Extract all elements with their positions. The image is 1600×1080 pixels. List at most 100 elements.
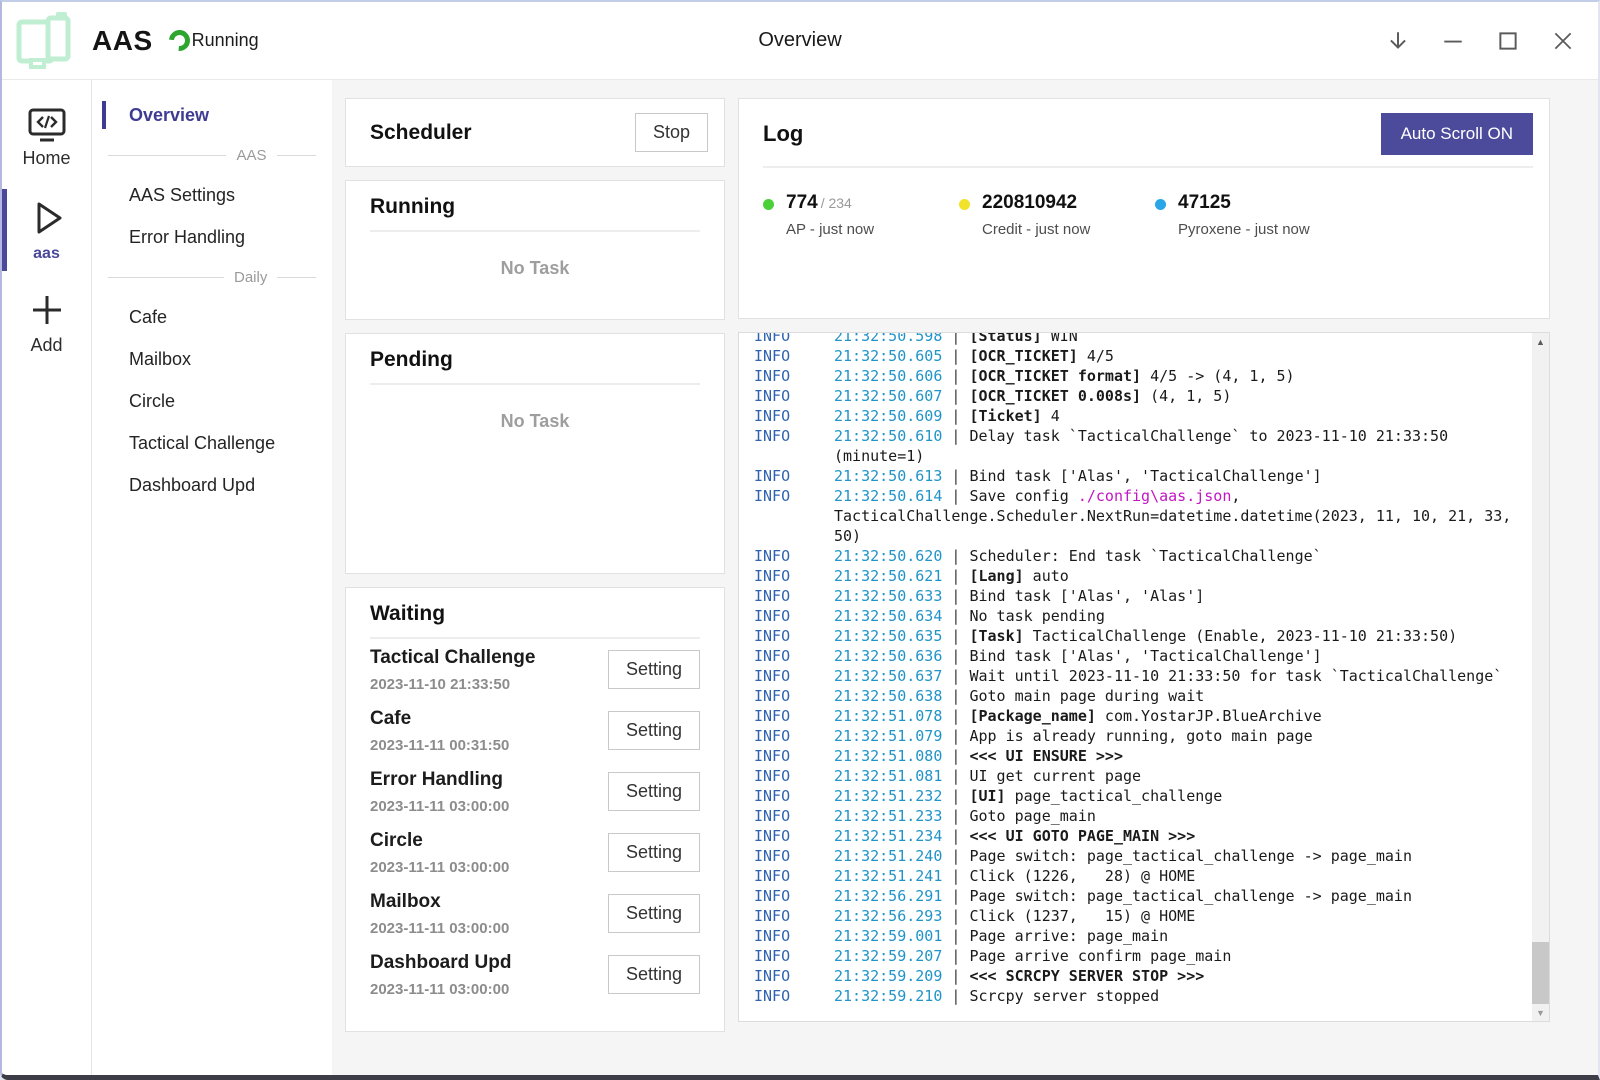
scheduler-status-text: Running [192,30,259,51]
log-timestamp: 21:32:50.637 [834,667,942,685]
menu-item-tactical-challenge[interactable]: Tactical Challenge [92,422,332,464]
menu-item-dashboard-upd[interactable]: Dashboard Upd [92,464,332,506]
menu-item-mailbox[interactable]: Mailbox [92,338,332,380]
scroll-down-arrow-icon[interactable]: ▼ [1532,1004,1549,1021]
log-message: 21:32:51.078 | [Package_name] com.Yostar… [834,706,1514,726]
task-menu: OverviewAASAAS SettingsError HandlingDai… [92,80,332,1075]
app-logo-icon [12,11,76,71]
rail-item-label: aas [33,245,60,263]
log-entry: INFO21:32:50.638 | Goto main page during… [754,686,1532,706]
task-name: Error Handling [370,769,509,791]
log-level: INFO [754,332,834,346]
log-timestamp: 21:32:56.293 [834,907,942,925]
log-scrollbar[interactable]: ▲ ▼ [1532,333,1549,1021]
task-setting-button[interactable]: Setting [608,955,700,994]
log-message: 21:32:51.081 | UI get current page [834,766,1514,786]
app-window: AAS Running Overview [0,0,1600,1080]
log-level: INFO [754,786,834,806]
titlebar-left: AAS Running [2,11,259,71]
waiting-task-row: Circle2023-11-11 03:00:00Setting [370,822,700,883]
log-message-segment: Page switch: page_tactical_challenge -> … [969,887,1412,905]
log-entry: INFO21:32:51.078 | [Package_name] com.Yo… [754,706,1532,726]
stat-value: 774/ 234 [786,192,874,214]
log-timestamp: 21:32:50.633 [834,587,942,605]
log-message-segment: [Ticket] [969,407,1041,425]
log-separator: | [942,647,969,665]
menu-item-aas-settings[interactable]: AAS Settings [92,174,332,216]
auto-scroll-toggle-button[interactable]: Auto Scroll ON [1381,113,1533,155]
log-separator: | [942,947,969,965]
pending-card: Pending No Task [345,333,725,574]
log-message: 21:32:50.609 | [Ticket] 4 [834,406,1514,426]
waiting-card: Waiting Tactical Challenge2023-11-10 21:… [345,587,725,1032]
scrollbar-thumb[interactable] [1532,942,1549,1004]
stat-label: AP - just now [786,221,874,238]
rail-item-aas[interactable]: aas [2,189,91,271]
log-message-segment: Wait until 2023-11-10 21:33:50 for task … [969,667,1502,685]
log-entry: INFO21:32:50.613 | Bind task ['Alas', 'T… [754,466,1532,486]
stat-text: 220810942Credit - just now [982,192,1090,238]
log-message: 21:32:50.614 | Save config ./config\aas.… [834,486,1514,546]
task-setting-button[interactable]: Setting [608,833,700,872]
menu-item-overview[interactable]: Overview [92,94,332,136]
maximize-button[interactable] [1480,14,1535,68]
log-lines: INFO21:32:50.598 | [Status] WININFO21:32… [739,332,1532,1021]
log-message-segment: UI get current page [969,767,1141,785]
rail-item-home[interactable]: Home [2,100,91,177]
task-setting-button[interactable]: Setting [608,894,700,933]
waiting-task-row: Mailbox2023-11-11 03:00:00Setting [370,883,700,944]
scrollbar-track[interactable] [1532,350,1549,1004]
log-message-segment: 4/5 -> (4, 1, 5) [1141,367,1295,385]
log-message: 21:32:51.080 | <<< UI ENSURE >>> [834,746,1514,766]
log-message-segment: [OCR_TICKET format] [969,367,1141,385]
log-entry: INFO21:32:50.634 | No task pending [754,606,1532,626]
log-separator: | [942,987,969,1005]
log-message-segment: App is already running, goto main page [969,727,1312,745]
minimize-icon [1441,29,1465,53]
stat-label: Pyroxene - just now [1178,221,1310,238]
icon-rail: Home aas Add [2,80,92,1075]
menu-item-error-handling[interactable]: Error Handling [92,216,332,258]
minimize-button[interactable] [1425,14,1480,68]
menu-item-circle[interactable]: Circle [92,380,332,422]
log-timestamp: 21:32:50.606 [834,367,942,385]
log-message: 21:32:51.234 | <<< UI GOTO PAGE_MAIN >>> [834,826,1514,846]
left-column: Scheduler Stop Running No Task Pending N… [345,98,725,1032]
log-message-segment: (4, 1, 5) [1141,387,1231,405]
task-info: Dashboard Upd2023-11-11 03:00:00 [370,952,511,998]
task-setting-button[interactable]: Setting [608,711,700,750]
log-timestamp: 21:32:59.210 [834,987,942,1005]
collapse-window-button[interactable] [1370,14,1425,68]
scheduler-stop-button[interactable]: Stop [635,113,708,152]
running-spinner-icon [164,26,194,56]
log-separator: | [942,747,969,765]
log-level: INFO [754,646,834,666]
log-message-segment: <<< UI ENSURE >>> [969,747,1123,765]
task-setting-button[interactable]: Setting [608,650,700,689]
log-entry: INFO21:32:50.607 | [OCR_TICKET 0.008s] (… [754,386,1532,406]
rail-item-add[interactable]: Add [2,283,91,364]
task-next-run-time: 2023-11-11 03:00:00 [370,859,509,876]
log-message: 21:32:50.613 | Bind task ['Alas', 'Tacti… [834,466,1514,486]
log-separator: | [942,867,969,885]
log-entry: INFO21:32:51.232 | [UI] page_tactical_ch… [754,786,1532,806]
waiting-task-row: Cafe2023-11-11 00:31:50Setting [370,700,700,761]
menu-item-cafe[interactable]: Cafe [92,296,332,338]
task-setting-button[interactable]: Setting [608,772,700,811]
log-timestamp: 21:32:50.605 [834,347,942,365]
log-level: INFO [754,546,834,566]
log-timestamp: 21:32:51.233 [834,807,942,825]
close-button[interactable] [1535,14,1590,68]
log-level: INFO [754,746,834,766]
log-message-segment: TacticalChallenge (Enable, 2023-11-10 21… [1024,627,1457,645]
log-message: 21:32:50.634 | No task pending [834,606,1514,626]
scroll-up-arrow-icon[interactable]: ▲ [1532,333,1549,350]
log-message-segment: [OCR_TICKET] [969,347,1077,365]
log-timestamp: 21:32:51.240 [834,847,942,865]
log-level: INFO [754,906,834,926]
log-message: 21:32:50.635 | [Task] TacticalChallenge … [834,626,1514,646]
log-card: Log Auto Scroll ON 774/ 234AP - just now… [738,98,1550,319]
log-message-segment: Click (1237, 15) @ HOME [969,907,1195,925]
log-message-segment: WIN [1042,332,1078,345]
log-message-segment: 4 [1042,407,1060,425]
